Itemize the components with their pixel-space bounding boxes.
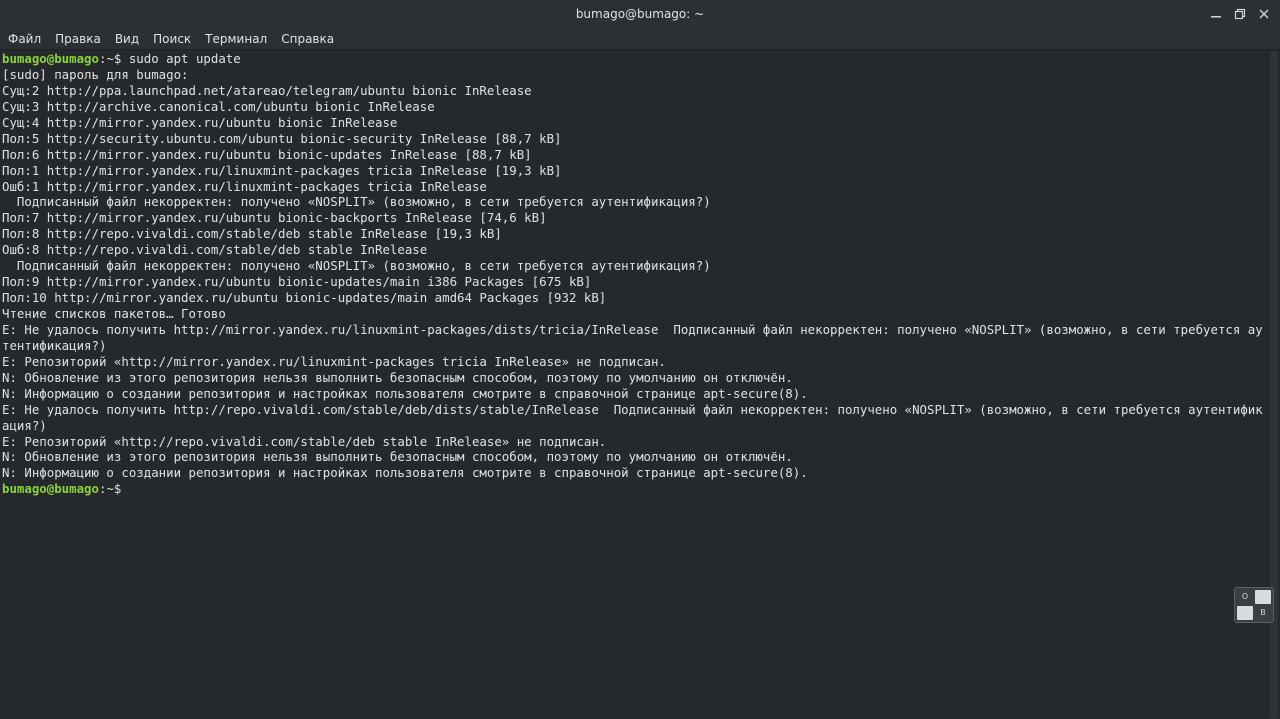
output-line: Пол:1 http://mirror.yandex.ru/linuxmint-… — [2, 162, 562, 178]
command-line: bumago@bumago:~$ sudo apt update — [2, 51, 1268, 67]
menu-view[interactable]: Вид — [108, 28, 146, 50]
output-line: Подписанный файл некорректен: получено «… — [2, 194, 711, 210]
output-line: Пол:6 http://mirror.yandex.ru/ubuntu bio… — [2, 146, 532, 162]
terminal-window: bumago@bumago: ~ Файл Правка Вид Поиск Т… — [0, 0, 1280, 719]
output-line: E: Репозиторий «http://repo.vivaldi.com/… — [2, 433, 607, 449]
final-prompt-path: :~$ — [98, 481, 122, 497]
text-cursor — [121, 481, 129, 495]
widget-cell-o: O — [1237, 590, 1253, 604]
output-line: ация?) — [2, 417, 47, 433]
titlebar[interactable]: bumago@bumago: ~ — [0, 0, 1280, 28]
maximize-button[interactable] — [1230, 4, 1250, 24]
menubar: Файл Правка Вид Поиск Терминал Справка — [0, 28, 1280, 50]
menu-edit[interactable]: Правка — [48, 28, 108, 50]
window-title: bumago@bumago: ~ — [575, 7, 705, 21]
widget-cell-blank-1 — [1255, 590, 1271, 604]
output-line: Пол:9 http://mirror.yandex.ru/ubuntu bio… — [2, 274, 592, 290]
widget-cell-b: B — [1255, 606, 1271, 620]
output-line: Сущ:4 http://mirror.yandex.ru/ubuntu bio… — [2, 114, 398, 130]
output-line: Чтение списков пакетов… Готово — [2, 306, 226, 321]
output-line: E: Репозиторий «http://mirror.yandex.ru/… — [2, 353, 666, 369]
minimize-icon — [1210, 8, 1222, 20]
output-line: Сущ:3 http://archive.canonical.com/ubunt… — [2, 98, 435, 114]
output-line: Пол:10 http://mirror.yandex.ru/ubuntu bi… — [2, 290, 607, 306]
output-line: N: Информацию о создании репозитория и н… — [2, 385, 808, 401]
keyboard-layout-widget[interactable]: O B — [1234, 587, 1274, 623]
output-line: Ошб:8 http://repo.vivaldi.com/stable/deb… — [2, 242, 428, 258]
output-line: N: Обновление из этого репозитория нельз… — [2, 369, 793, 385]
menu-terminal[interactable]: Терминал — [198, 28, 274, 50]
output-line: Пол:8 http://repo.vivaldi.com/stable/deb… — [2, 226, 502, 242]
output-line: Подписанный файл некорректен: получено «… — [2, 258, 711, 274]
output-line: E: Не удалось получить http://repo.vival… — [2, 401, 1263, 417]
minimize-button[interactable] — [1206, 4, 1226, 24]
output-line: Ошб:1 http://mirror.yandex.ru/linuxmint-… — [2, 178, 487, 194]
final-prompt-line: bumago@bumago:~$ — [2, 481, 1268, 497]
prompt-path: :~$ — [98, 51, 122, 66]
output-line: Пол:5 http://security.ubuntu.com/ubuntu … — [2, 130, 562, 146]
output-line: Пол:7 http://mirror.yandex.ru/ubuntu bio… — [2, 210, 547, 226]
command-text: sudo apt update — [121, 51, 241, 66]
widget-cell-blank-2 — [1237, 606, 1253, 620]
final-prompt-user: bumago@bumago — [2, 481, 99, 497]
output-line: [sudo] пароль для bumago: — [2, 66, 189, 82]
menu-search[interactable]: Поиск — [146, 28, 198, 50]
output-line: N: Информацию о создании репозитория и н… — [2, 465, 808, 481]
close-button[interactable] — [1254, 4, 1274, 24]
output-line: тентификация?) — [2, 337, 107, 353]
prompt-user: bumago@bumago — [2, 51, 99, 66]
maximize-icon — [1234, 8, 1246, 20]
menu-file[interactable]: Файл — [0, 28, 48, 50]
terminal-output[interactable]: bumago@bumago:~$ sudo apt update [sudo] … — [0, 51, 1268, 719]
output-line: N: Обновление из этого репозитория нельз… — [2, 449, 793, 465]
close-icon — [1258, 8, 1270, 20]
output-line: Сущ:2 http://ppa.launchpad.net/atareao/t… — [2, 82, 532, 98]
output-line: E: Не удалось получить http://mirror.yan… — [2, 321, 1263, 337]
menu-help[interactable]: Справка — [274, 28, 341, 50]
